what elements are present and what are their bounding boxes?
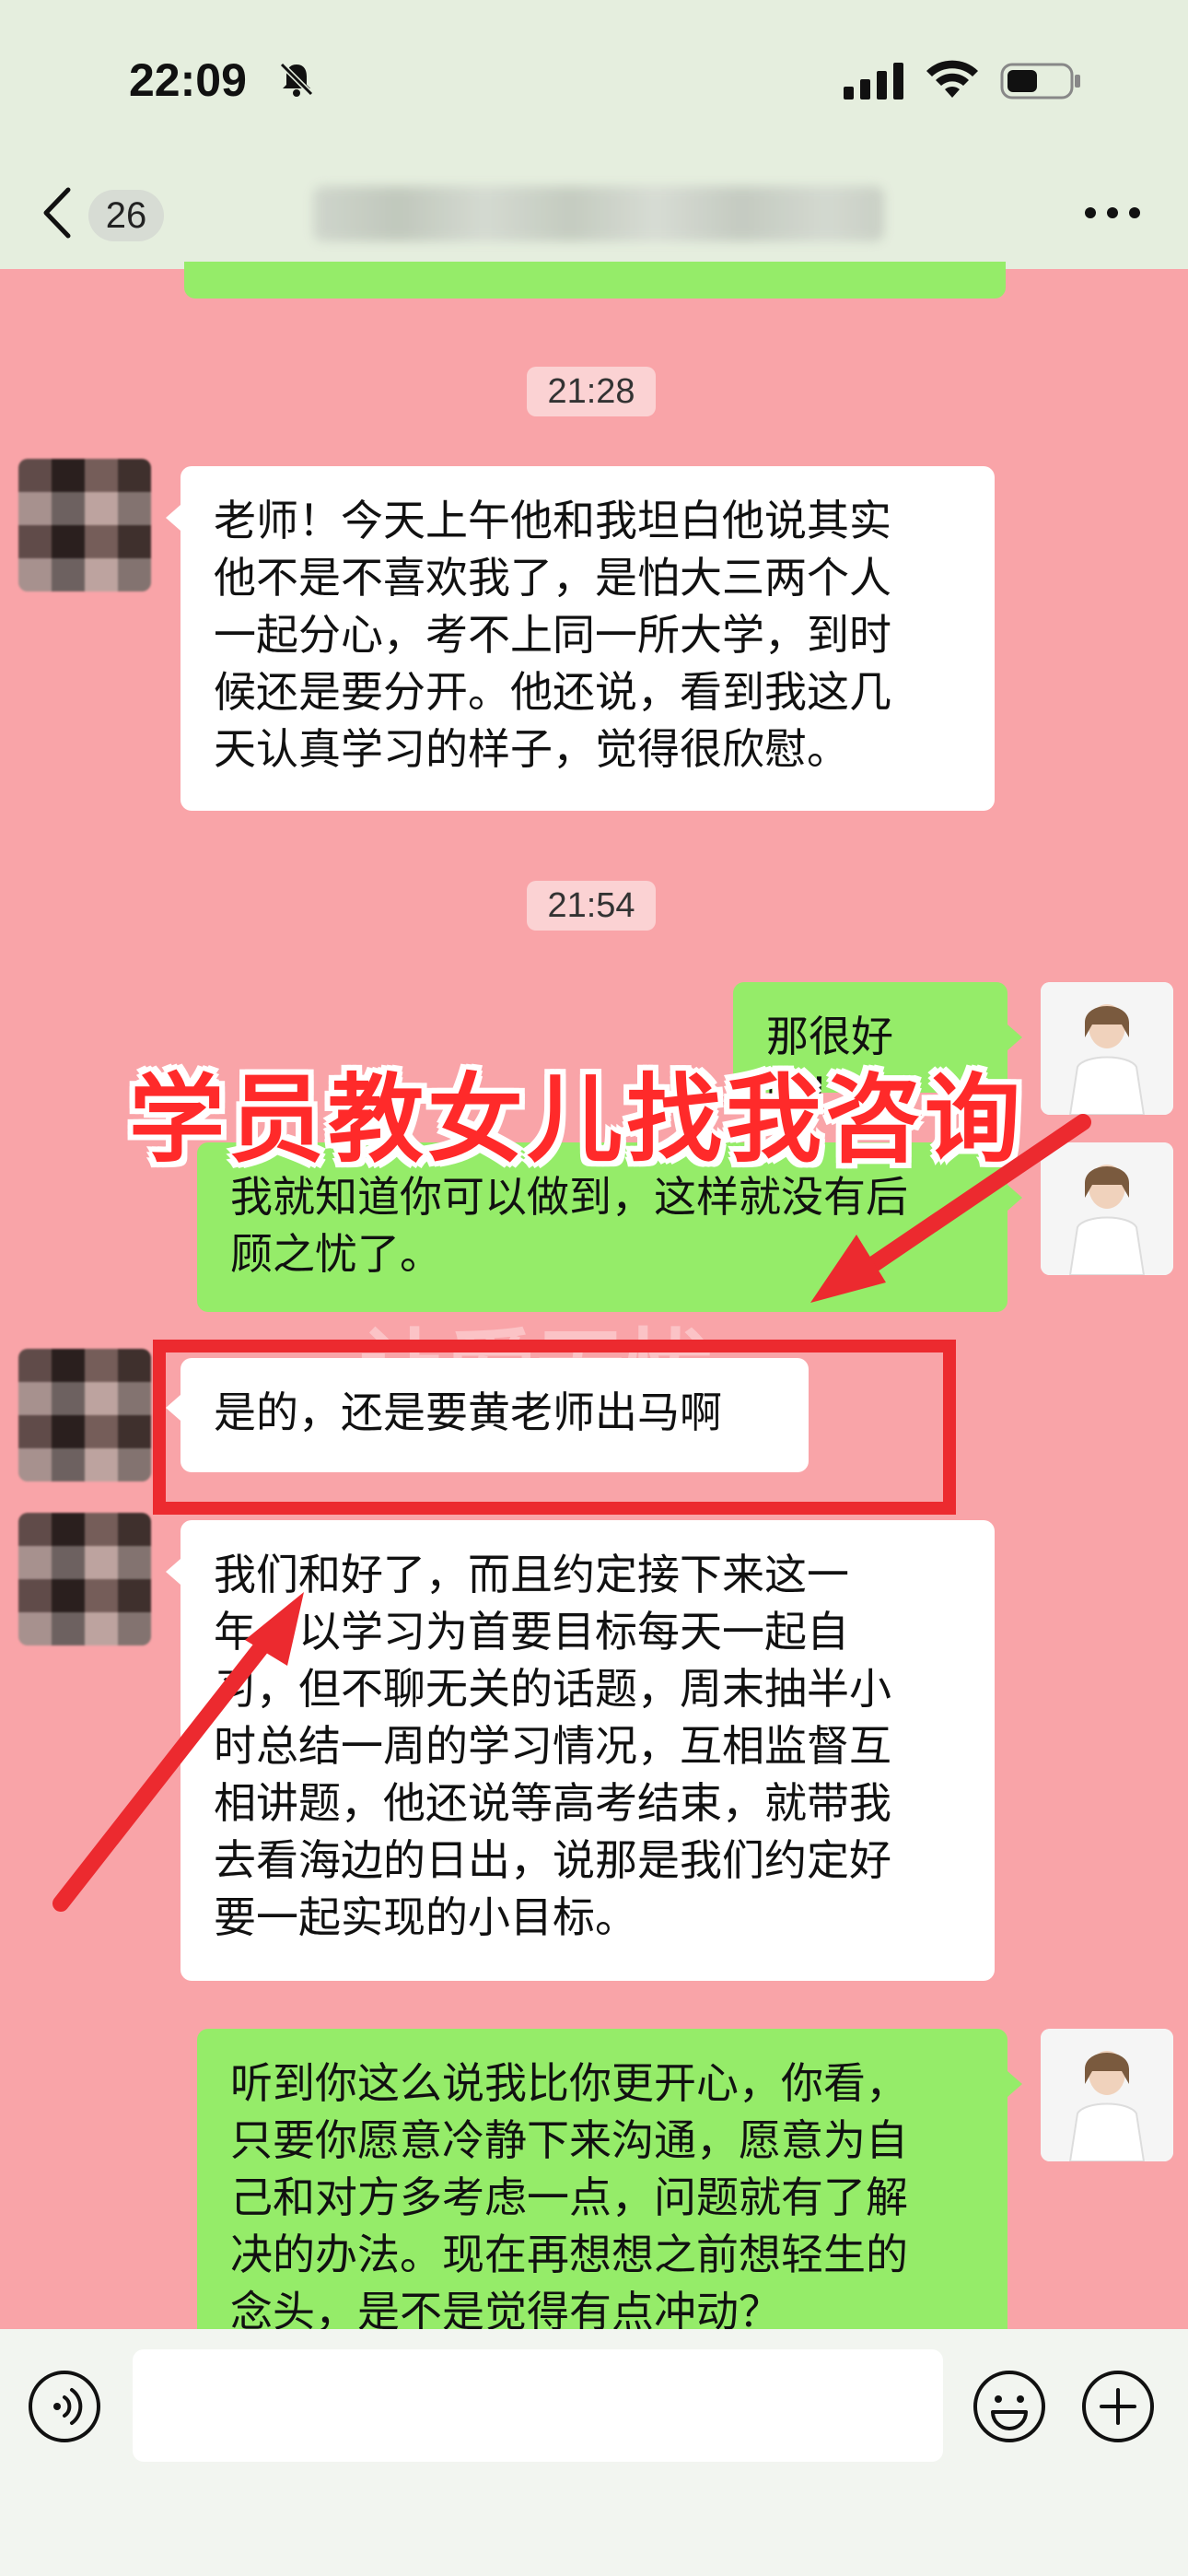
emoji-icon[interactable]	[971, 2368, 1048, 2445]
my-avatar[interactable]	[1041, 982, 1173, 1115]
chevron-left-icon[interactable]	[37, 181, 77, 245]
contact-avatar[interactable]	[18, 1513, 151, 1645]
sent-message-bubble[interactable]: 听到你这么说我比你更开心，你看， 只要你愿意冷静下来沟通，愿意为自 己和对方多考…	[197, 2029, 1007, 2379]
received-message-bubble[interactable]: 老师！今天上午他和我坦白他说其实 他不是不喜欢我了，是怕大三两个人 一起分心，考…	[181, 466, 995, 811]
bubble-tail	[1007, 1185, 1022, 1211]
highlight-frame	[153, 1340, 956, 1515]
timestamp: 21:54	[527, 881, 656, 931]
received-message-bubble[interactable]: 我们和好了，而且约定接下来这一 年，以学习为首要目标每天一起自 习，但不聊无关的…	[181, 1520, 995, 1981]
cellular-signal-icon	[844, 63, 903, 100]
plus-icon[interactable]	[1079, 2368, 1157, 2445]
status-bar: 22:09	[0, 0, 1188, 157]
voice-icon[interactable]	[26, 2368, 103, 2445]
contact-avatar[interactable]	[18, 1349, 151, 1481]
input-bar	[0, 2329, 1188, 2576]
unread-count-badge[interactable]: 26	[88, 190, 164, 241]
chat-title-blurred	[313, 186, 884, 241]
message-input[interactable]	[133, 2349, 943, 2462]
bubble-tail	[166, 505, 181, 531]
status-time: 22:09	[129, 54, 247, 106]
bell-slash-icon	[279, 62, 314, 97]
timestamp: 21:28	[527, 367, 656, 416]
chat-header: 26	[0, 157, 1188, 269]
battery-icon	[1000, 63, 1080, 100]
previous-message-bubble[interactable]	[184, 262, 1006, 299]
annotation-caption: 学员教女儿找我咨询	[129, 1063, 1025, 1176]
my-avatar[interactable]	[1041, 2029, 1173, 2161]
bubble-tail	[166, 1559, 181, 1585]
wifi-icon	[926, 60, 978, 98]
my-avatar[interactable]	[1041, 1142, 1173, 1275]
bubble-tail	[1007, 2071, 1022, 2097]
contact-avatar[interactable]	[18, 459, 151, 591]
more-dots-icon[interactable]	[1076, 199, 1149, 227]
